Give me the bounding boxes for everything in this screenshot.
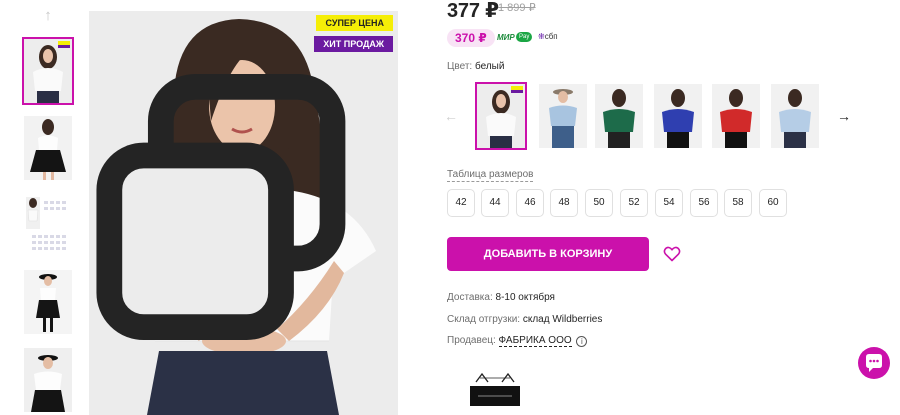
size-option-42[interactable]: 42 [447, 189, 475, 217]
model-white-top-image [24, 39, 72, 103]
color-swatch-blue[interactable] [654, 84, 702, 148]
swatch-image [654, 84, 702, 148]
color-swatch-sky[interactable] [771, 84, 819, 148]
model-black-skirt-image [24, 116, 72, 180]
size-option-48[interactable]: 48 [550, 189, 578, 217]
warehouse-label: Склад отгрузки: [447, 314, 521, 325]
warehouse-value: склад Wildberries [522, 314, 603, 325]
old-price: 1 899 ₽ [498, 2, 536, 14]
price: 377 ₽ [447, 0, 499, 22]
seller-label: Продавец: [447, 335, 496, 346]
size-option-44[interactable]: 44 [481, 189, 509, 217]
size-table-link[interactable]: Таблица размеров [447, 168, 534, 182]
pay-icon: Pay [516, 32, 533, 42]
colors-next-arrow-icon[interactable]: → [837, 108, 851, 124]
size-option-50[interactable]: 50 [585, 189, 613, 217]
info-icon[interactable]: i [576, 336, 588, 347]
size-option-56[interactable]: 56 [690, 189, 718, 217]
wallet-price-badge[interactable]: 370 ₽ [447, 29, 495, 47]
chat-button[interactable] [858, 347, 890, 379]
size-option-54[interactable]: 54 [655, 189, 683, 217]
color-label: Цвет: белый [447, 61, 504, 72]
thumbnail-2[interactable] [24, 116, 72, 180]
chat-bubble-icon [866, 354, 882, 372]
color-swatch-green[interactable] [595, 84, 643, 148]
colors-prev-arrow-icon[interactable]: ← [444, 108, 458, 124]
main-product-photo[interactable]: СУПЕР ЦЕНА ХИТ ПРОДАЖ [89, 11, 398, 415]
size-option-52[interactable]: 52 [620, 189, 648, 217]
size-option-46[interactable]: 46 [516, 189, 544, 217]
swatch-image [712, 84, 760, 148]
delivery-date: 8-10 октября [495, 292, 555, 303]
warehouse-info: Склад отгрузки: склад Wildberries [447, 314, 602, 325]
thumbnail-4[interactable] [24, 270, 72, 334]
mir-pay-icon: МИР [497, 33, 515, 42]
swatch-image [771, 84, 819, 148]
model-hat-image [24, 348, 72, 412]
color-swatch-red[interactable] [712, 84, 760, 148]
brand-logo-icon[interactable] [470, 370, 520, 408]
sbp-icon: ⁜сбп [538, 32, 558, 41]
swatch-image [595, 84, 643, 148]
thumbnails-up-arrow-icon[interactable]: ↑ [40, 8, 56, 24]
delivery-info: Доставка: 8-10 октября [447, 292, 555, 303]
copy-icon[interactable] [89, 11, 384, 409]
color-label-text: Цвет: [447, 61, 473, 72]
heart-icon[interactable] [663, 245, 681, 263]
swatch-image [477, 84, 525, 148]
size-option-58[interactable]: 58 [724, 189, 752, 217]
add-to-cart-button[interactable]: ДОБАВИТЬ В КОРЗИНУ [447, 237, 649, 271]
model-hat-black-skirt-image [24, 270, 72, 334]
swatch-image [539, 84, 587, 148]
seller-info: Продавец: ФАБРИКА ООО i [447, 335, 588, 347]
thumbnail-3-size-chart[interactable] [24, 193, 72, 257]
color-value: белый [474, 61, 505, 72]
color-swatch-light-blue[interactable] [539, 84, 587, 148]
size-chart-image [24, 193, 72, 257]
thumbnail-5[interactable] [24, 348, 72, 412]
sbp-label: сбп [544, 32, 558, 41]
thumbnail-1[interactable] [22, 37, 74, 105]
seller-link[interactable]: ФАБРИКА ООО [498, 335, 572, 347]
delivery-label: Доставка: [447, 292, 493, 303]
color-swatch-white[interactable] [475, 82, 527, 150]
size-option-60[interactable]: 60 [759, 189, 787, 217]
